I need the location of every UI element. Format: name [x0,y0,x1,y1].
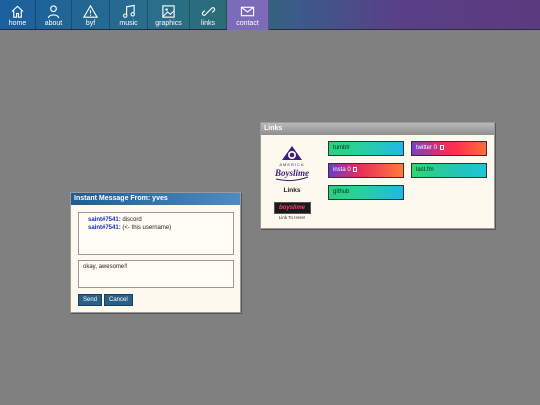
nav-links-label: links [200,20,215,27]
nav-byf-label: byf [85,20,96,27]
chat-message: saint#7541: (<- this username) [88,224,224,232]
message-input[interactable]: okay, awesome!! [78,260,234,288]
links-heading: Links [283,187,301,194]
external-link-icon [353,167,358,172]
link-twitter[interactable]: twitter 0 [411,141,487,156]
link-github[interactable]: github [328,185,404,200]
link-insta[interactable]: insta 0 [328,163,404,178]
nav-graphics-label: graphics [155,20,182,27]
links-window-titlebar[interactable]: Links [261,123,494,135]
svg-text:AMERICA: AMERICA [279,162,304,167]
nav-music-label: music [119,20,138,27]
chat-text: discord [122,217,142,223]
badge-caption: Link To Here! [278,215,306,220]
link-tumblr[interactable]: tumblr [328,141,404,156]
nav-contact[interactable]: contact [227,0,269,30]
instant-message-window: Instant Message From: yves saint#7541: d… [70,192,241,313]
chat-sender: saint#7541: [88,225,121,231]
boyslime-badge[interactable]: boyslime [273,202,311,214]
links-window: Links AMERICA Boyslime Links boyslime Li… [260,122,495,229]
nav-graphics[interactable]: graphics [148,0,190,30]
chat-text: (<- this username) [122,225,172,231]
nav-about[interactable]: about [36,0,72,30]
link-lastfm[interactable]: last.fm [411,163,487,178]
send-button[interactable]: Send [78,294,103,306]
external-link-icon [439,145,444,150]
envelope-icon [240,6,255,17]
warning-icon [83,4,98,18]
image-icon [162,5,175,18]
im-window-titlebar[interactable]: Instant Message From: yves [71,193,240,205]
badge-text: boyslime [278,205,305,211]
cancel-button[interactable]: Cancel [104,294,133,306]
top-nav: home about byf music graphics links cont… [0,0,540,30]
music-note-icon [123,4,135,18]
chat-sender: saint#7541: [88,217,121,223]
chat-log: saint#7541: discord saint#7541: (<- this… [78,212,234,255]
nav-contact-label: contact [236,20,259,27]
nav-byf[interactable]: byf [72,0,110,30]
chain-link-icon [201,7,215,16]
nav-about-label: about [44,20,63,27]
chat-message: saint#7541: discord [88,216,224,224]
nav-links[interactable]: links [190,0,227,30]
america-boyslime-logo: AMERICA Boyslime [274,146,309,182]
home-icon [11,5,24,18]
nav-home[interactable]: home [0,0,36,30]
nav-music[interactable]: music [110,0,148,30]
nav-home-label: home [8,20,27,27]
person-icon [47,5,60,19]
svg-text:Boyslime: Boyslime [274,168,309,178]
links-sidebar: AMERICA Boyslime Links boyslime Link To … [267,143,317,220]
